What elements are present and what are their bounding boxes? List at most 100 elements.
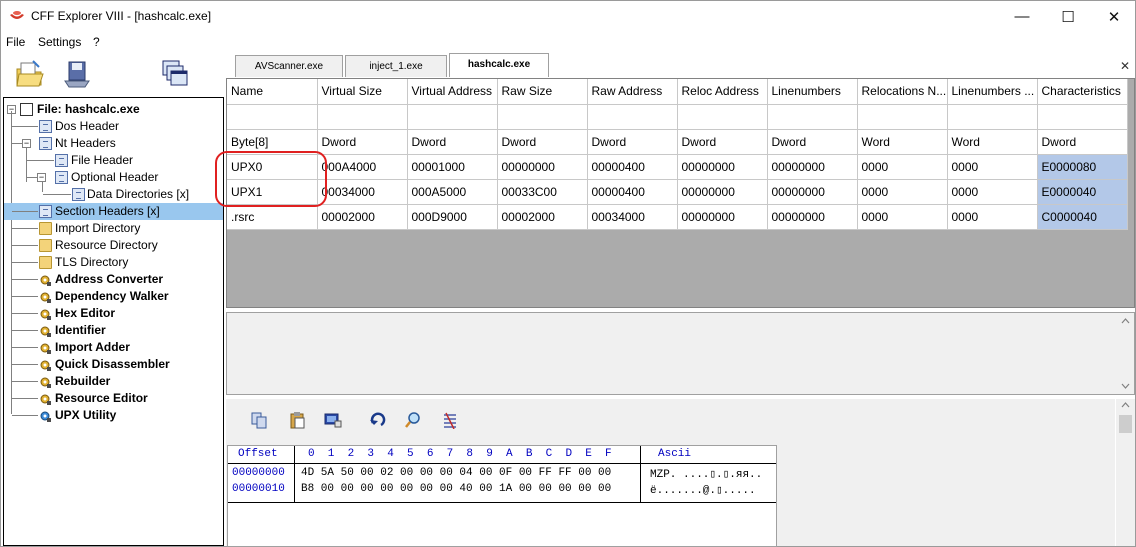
tree-item-resource-editor[interactable]: Resource Editor (4, 390, 223, 407)
tree-item-import-adder[interactable]: Import Adder (4, 339, 223, 356)
tab-hashcalc[interactable]: hashcalc.exe (449, 53, 549, 77)
table-cell[interactable]: 0000 (947, 204, 1038, 230)
close-tab-icon[interactable]: ✕ (1120, 59, 1130, 73)
tree-item-import-directory[interactable]: Import Directory (4, 220, 223, 237)
navigation-tree[interactable]: − File: hashcalc.exe Dos Header − Nt Hea… (3, 97, 224, 546)
table-cell[interactable]: 00001000 (407, 154, 498, 180)
paste-icon[interactable] (288, 411, 306, 429)
column-header[interactable]: Raw Size (497, 79, 588, 105)
tree-item-nt-headers[interactable]: − Nt Headers (4, 135, 223, 152)
column-header[interactable]: Linenumbers ... (947, 79, 1038, 105)
hex-offset[interactable]: 00000000 (232, 467, 285, 479)
open-file-icon[interactable] (13, 59, 45, 89)
table-cell[interactable]: 00000000 (677, 179, 768, 205)
table-cell[interactable]: 00000400 (587, 154, 678, 180)
replace-icon[interactable] (441, 411, 459, 429)
table-cell[interactable]: 0000 (947, 154, 1038, 180)
hex-offset[interactable]: 00000010 (232, 483, 285, 495)
minimize-button[interactable]: — (999, 1, 1045, 32)
column-header[interactable]: Raw Address (587, 79, 678, 105)
table-cell[interactable]: 00000000 (767, 204, 858, 230)
tree-item-section-headers[interactable]: Section Headers [x] (4, 203, 223, 220)
menu-settings[interactable]: Settings (38, 35, 81, 49)
type-row: Byte[8] Dword Dword Dword Dword Dword Dw… (227, 129, 1128, 155)
table-cell[interactable]: 00002000 (317, 204, 408, 230)
column-header[interactable]: Characteristics (1037, 79, 1128, 105)
close-button[interactable]: ✕ (1091, 1, 1136, 32)
maximize-button[interactable]: ☐ (1045, 1, 1091, 32)
tree-branch (12, 347, 38, 348)
table-row[interactable]: UPX1 00034000 000A5000 00033C00 00000400… (227, 179, 1128, 205)
table-cell[interactable]: 00000000 (497, 154, 588, 180)
table-row[interactable]: UPX0 000A4000 00001000 00000000 00000400… (227, 154, 1128, 180)
table-cell[interactable]: E0000040 (1037, 179, 1128, 205)
table-cell[interactable]: 00000000 (767, 154, 858, 180)
tree-item-dos-header[interactable]: Dos Header (4, 118, 223, 135)
tree-item-tls-directory[interactable]: TLS Directory (4, 254, 223, 271)
tab-avscanner[interactable]: AVScanner.exe (235, 55, 343, 77)
tab-inject-1[interactable]: inject_1.exe (345, 55, 447, 77)
table-row[interactable]: .rsrc 00002000 000D9000 00002000 0003400… (227, 204, 1128, 230)
table-cell[interactable]: 000A5000 (407, 179, 498, 205)
table-cell[interactable]: 00000000 (677, 204, 768, 230)
column-header[interactable]: Reloc Address (677, 79, 768, 105)
tree-item-resource-directory[interactable]: Resource Directory (4, 237, 223, 254)
column-header[interactable]: Virtual Address (407, 79, 498, 105)
tree-item-optional-header[interactable]: − Optional Header (4, 169, 223, 186)
table-cell[interactable]: 00033C00 (497, 179, 588, 205)
tree-item-data-directories[interactable]: Data Directories [x] (4, 186, 223, 203)
tree-item-quick-disassembler[interactable]: Quick Disassembler (4, 356, 223, 373)
table-cell[interactable]: E0000080 (1037, 154, 1128, 180)
select-icon[interactable] (324, 411, 342, 429)
table-cell[interactable]: .rsrc (227, 204, 318, 230)
tree-item-file-header[interactable]: File Header (4, 152, 223, 169)
hex-ascii[interactable]: MZP. ....▯.▯.яя.. (650, 467, 762, 481)
windows-icon[interactable] (159, 59, 191, 89)
collapse-icon[interactable]: − (37, 173, 46, 182)
table-cell[interactable]: 00002000 (497, 204, 588, 230)
table-cell[interactable]: 0000 (857, 204, 948, 230)
tree-item-address-converter[interactable]: Address Converter (4, 271, 223, 288)
menu-file[interactable]: File (6, 35, 25, 49)
hex-bytes[interactable]: 4D 5A 50 00 02 00 00 00 04 00 0F 00 FF F… (301, 467, 611, 479)
table-cell[interactable]: 00000000 (677, 154, 768, 180)
blank-cell (407, 104, 498, 130)
table-cell[interactable]: 000D9000 (407, 204, 498, 230)
hex-view[interactable]: Offset 0 1 2 3 4 5 6 7 8 9 A B C D E F A… (227, 445, 777, 547)
table-cell[interactable]: 000A4000 (317, 154, 408, 180)
table-cell[interactable]: 0000 (857, 154, 948, 180)
tree-item-identifier[interactable]: Identifier (4, 322, 223, 339)
column-header[interactable]: Virtual Size (317, 79, 408, 105)
tool-icon (40, 292, 51, 303)
goto-icon[interactable] (369, 411, 387, 429)
tree-item-dependency-walker[interactable]: Dependency Walker (4, 288, 223, 305)
column-header-row: Name Virtual Size Virtual Address Raw Si… (227, 79, 1128, 105)
hex-bytes[interactable]: B8 00 00 00 00 00 00 00 40 00 1A 00 00 0… (301, 483, 611, 495)
tree-item-rebuilder[interactable]: Rebuilder (4, 373, 223, 390)
copy-icon[interactable] (250, 411, 268, 429)
table-cell[interactable]: 00034000 (587, 204, 678, 230)
tree-item-hex-editor[interactable]: Hex Editor (4, 305, 223, 322)
table-cell[interactable]: 00000000 (767, 179, 858, 205)
hex-ascii[interactable]: ё.......@.▯..... (650, 483, 756, 497)
table-cell[interactable]: C0000040 (1037, 204, 1128, 230)
blank-cell (767, 104, 858, 130)
tree-item-upx-utility[interactable]: UPX Utility (4, 407, 223, 424)
tree-root[interactable]: − File: hashcalc.exe (4, 101, 223, 118)
description-scrollbar[interactable] (1117, 313, 1134, 394)
tree-item-label: Import Directory (55, 221, 141, 235)
table-cell[interactable]: 0000 (947, 179, 1038, 205)
column-header[interactable]: Relocations N... (857, 79, 948, 105)
section-headers-grid[interactable]: Name Virtual Size Virtual Address Raw Si… (226, 78, 1135, 308)
table-cell[interactable]: 00000400 (587, 179, 678, 205)
table-cell[interactable]: 00034000 (317, 179, 408, 205)
table-cell[interactable]: 0000 (857, 179, 948, 205)
hex-scrollbar[interactable] (1116, 399, 1135, 546)
doc-icon (55, 154, 68, 167)
menu-help[interactable]: ? (93, 35, 100, 49)
save-file-icon[interactable] (61, 59, 93, 89)
column-header[interactable]: Name (227, 79, 318, 105)
collapse-icon[interactable]: − (22, 139, 31, 148)
column-header[interactable]: Linenumbers (767, 79, 858, 105)
search-icon[interactable] (404, 411, 422, 429)
